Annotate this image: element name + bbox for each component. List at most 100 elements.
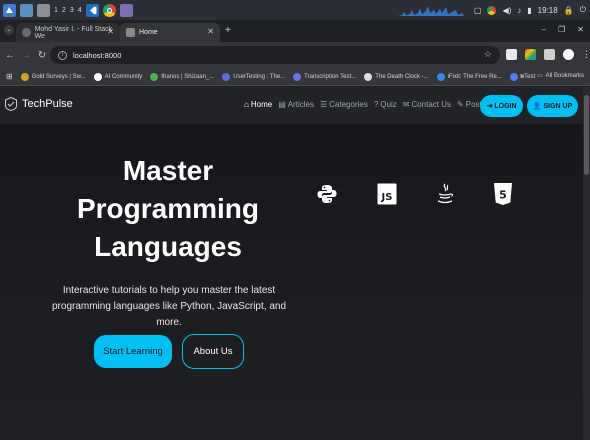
battery-icon[interactable]: ▮ bbox=[527, 6, 531, 15]
start-learning-button[interactable]: Start Learning bbox=[94, 335, 172, 368]
bookmark-label: AI Community bbox=[104, 73, 143, 80]
tab-portfolio[interactable]: Mohd Yasir I. - Full Stack We ✕ bbox=[16, 23, 120, 42]
folder-icon: ▭ bbox=[536, 73, 543, 79]
nav-contact[interactable]: ✉ Contact Us bbox=[403, 100, 451, 109]
power-icon[interactable]: ⏻ bbox=[580, 5, 586, 15]
system-tray: ▢ ◀) ♪ ▮ 19:18 🔒 ⏻ bbox=[474, 0, 586, 20]
image-viewer-icon[interactable] bbox=[119, 3, 133, 17]
window-controls: – ❐ ✕ bbox=[542, 25, 584, 34]
more-bookmarks-icon[interactable]: » bbox=[520, 71, 524, 80]
taskbar-left: 1 2 3 4 bbox=[0, 0, 133, 20]
tab-favicon-icon bbox=[22, 28, 31, 37]
site-info-icon[interactable]: i bbox=[58, 50, 67, 60]
bookmark-label: Transcription Test... bbox=[304, 73, 357, 80]
apps-grid-icon[interactable]: ⊞ bbox=[6, 72, 13, 81]
bookmark-label: iFixit: The Free Re... bbox=[447, 73, 502, 80]
extensions-area: ⋮ bbox=[506, 49, 590, 60]
bookmark-item[interactable]: Gold Surveys | Sw... bbox=[20, 72, 86, 81]
bookmark-label: Gold Surveys | Sw... bbox=[31, 73, 86, 80]
chrome-icon[interactable] bbox=[102, 3, 116, 17]
bookmark-item[interactable]: iFixit: The Free Re... bbox=[436, 72, 502, 81]
workspace-2[interactable]: 2 bbox=[62, 7, 66, 14]
extension-icon[interactable] bbox=[506, 49, 517, 60]
bookmark-item[interactable]: Transcription Test... bbox=[293, 72, 357, 81]
site-navbar: TechPulse ⌂ Home ▤ Articles ☰ Categories ? Q… bbox=[0, 87, 583, 124]
tab-close-icon[interactable]: ✕ bbox=[107, 27, 114, 36]
tab-close-icon[interactable]: ✕ bbox=[207, 27, 214, 36]
all-bookmarks[interactable]: ▭ All Bookmarks bbox=[536, 72, 584, 80]
scrollbar-thumb[interactable] bbox=[584, 95, 589, 175]
hero-subtitle: Interactive tutorials to help you master… bbox=[50, 283, 288, 331]
workspace-4[interactable]: 4 bbox=[78, 7, 82, 14]
bookmark-favicon-icon bbox=[222, 72, 231, 81]
nav-quiz[interactable]: ? Quiz bbox=[374, 100, 397, 109]
tab-favicon-icon bbox=[126, 28, 135, 37]
reload-icon[interactable]: ↻ bbox=[34, 50, 50, 61]
python-icon bbox=[316, 181, 338, 207]
workspace-1[interactable]: 1 bbox=[54, 7, 58, 14]
hero-title: Master Programming Languages bbox=[62, 152, 274, 266]
signup-label: SIGN UP bbox=[543, 102, 573, 110]
bookmark-favicon-icon bbox=[150, 72, 159, 81]
brand-name: TechPulse bbox=[22, 98, 73, 110]
app-menu-icon[interactable] bbox=[3, 3, 16, 17]
puzzle-icon[interactable] bbox=[544, 49, 555, 60]
new-tab-icon[interactable]: + bbox=[225, 25, 231, 36]
page-scrollbar[interactable] bbox=[583, 87, 590, 440]
nav-articles[interactable]: ▤ Articles bbox=[278, 100, 314, 109]
lock-icon[interactable]: 🔒 bbox=[564, 6, 574, 15]
volume-icon[interactable]: ◀) bbox=[502, 6, 511, 15]
back-icon[interactable]: ← bbox=[2, 50, 18, 61]
signup-button[interactable]: 👤 SIGN UP bbox=[527, 95, 578, 117]
login-button[interactable]: ⇥ LOGIN bbox=[480, 95, 523, 117]
tab-home[interactable]: Home ✕ bbox=[120, 23, 220, 42]
notification-bell-icon[interactable]: ♪ bbox=[517, 6, 521, 15]
javascript-icon: JS bbox=[376, 181, 398, 207]
nav-post[interactable]: ✎ Post bbox=[457, 100, 482, 109]
minimize-icon[interactable]: – bbox=[542, 25, 546, 34]
hero-subtitle-line: programming languages like Python, JavaS… bbox=[51, 301, 287, 328]
browser-toolbar: ← → ↻ i localhost:8000 ☆ ⋮ bbox=[0, 42, 590, 68]
nav-links: ⌂ Home ▤ Articles ☰ Categories ? Quiz ✉ Conta… bbox=[244, 100, 482, 109]
vscode-icon[interactable] bbox=[85, 3, 99, 17]
window-switcher-icon[interactable] bbox=[37, 3, 50, 17]
hero-section: Master Programming Languages Interactive… bbox=[0, 124, 583, 440]
bookmark-favicon-icon bbox=[293, 72, 302, 81]
java-icon bbox=[434, 181, 456, 207]
bookmark-item[interactable]: The Death Clock -... bbox=[364, 72, 429, 81]
list-icon: ☰ bbox=[319, 100, 328, 109]
nav-articles-label: Articles bbox=[287, 100, 314, 109]
pencil-icon: ✎ bbox=[457, 100, 464, 109]
clock[interactable]: 19:18 bbox=[538, 6, 558, 15]
address-bar[interactable]: i localhost:8000 ☆ bbox=[50, 46, 500, 64]
extension-icon[interactable] bbox=[525, 49, 536, 60]
bookmark-label: thanos | Shizaan_... bbox=[161, 73, 215, 80]
bookmark-favicon-icon bbox=[20, 72, 29, 81]
workspace-3[interactable]: 3 bbox=[70, 7, 74, 14]
svg-text:JS: JS bbox=[381, 192, 393, 203]
tab-search-icon[interactable]: ⌄ bbox=[4, 25, 14, 35]
nav-home[interactable]: ⌂ Home bbox=[244, 100, 272, 109]
profile-avatar-icon[interactable] bbox=[563, 49, 574, 60]
file-manager-icon[interactable] bbox=[20, 3, 33, 17]
bookmark-item[interactable]: AI Community bbox=[93, 72, 143, 81]
menu-kebab-icon[interactable]: ⋮ bbox=[582, 49, 590, 60]
close-window-icon[interactable]: ✕ bbox=[577, 25, 584, 34]
envelope-icon: ✉ bbox=[402, 100, 410, 109]
nav-home-label: Home bbox=[250, 100, 273, 109]
brand[interactable]: TechPulse bbox=[5, 97, 73, 111]
all-bookmarks-label: All Bookmarks bbox=[545, 72, 584, 79]
chrome-tray-icon[interactable] bbox=[487, 5, 497, 15]
techpulse-logo-icon bbox=[5, 97, 17, 111]
bookmark-favicon-icon bbox=[93, 72, 102, 81]
about-us-button[interactable]: About Us bbox=[182, 334, 244, 369]
bookmark-item[interactable]: UserTesting : The... bbox=[222, 72, 285, 81]
browser-tab-strip: ⌄ Mohd Yasir I. - Full Stack We ✕ Home ✕… bbox=[0, 20, 590, 42]
maximize-icon[interactable]: ❐ bbox=[558, 25, 565, 34]
bookmark-item[interactable]: thanos | Shizaan_... bbox=[150, 72, 215, 81]
forward-icon[interactable]: → bbox=[18, 50, 34, 61]
svg-text:5: 5 bbox=[499, 189, 507, 202]
nav-categories[interactable]: ☰ Categories bbox=[320, 100, 368, 109]
screenshot-icon[interactable]: ▢ bbox=[474, 6, 482, 15]
bookmark-star-icon[interactable]: ☆ bbox=[484, 49, 492, 60]
